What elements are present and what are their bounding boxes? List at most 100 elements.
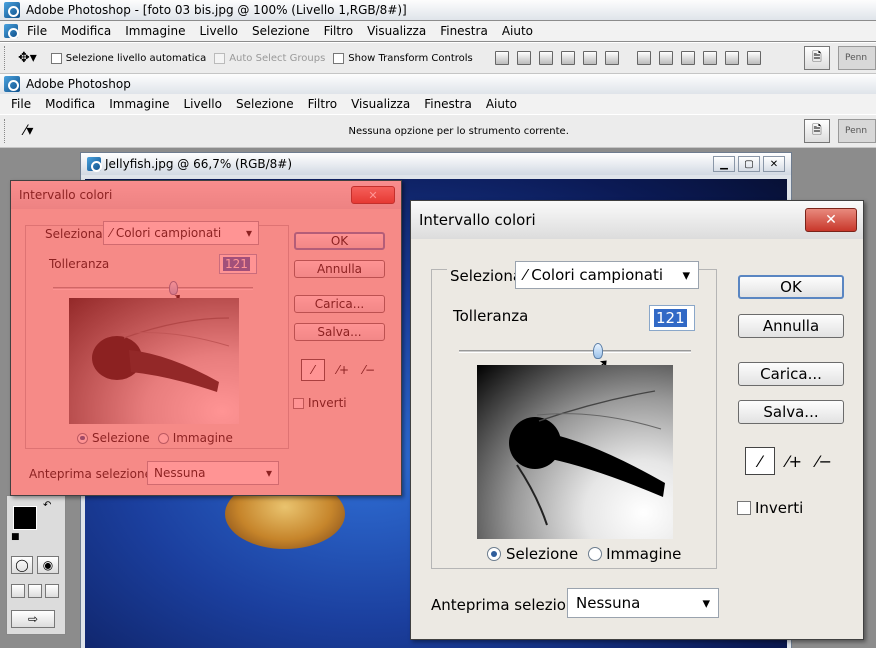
menu-livello[interactable]: Livello [199, 24, 238, 38]
close-doc-button[interactable]: ✕ [763, 156, 785, 172]
tolerance-slider-track-small[interactable] [53, 287, 253, 290]
save-button-large[interactable]: Salva... [738, 400, 844, 424]
jump-to-imageready-button[interactable]: ⇨ [11, 610, 55, 628]
menu-livello-2[interactable]: Livello [183, 97, 222, 111]
radio-image-small[interactable] [157, 432, 169, 444]
invert-option-small[interactable]: Inverti [293, 396, 347, 410]
no-options-message: Nessuna opzione per lo strumento corrent… [348, 125, 569, 137]
menu-filtro-2[interactable]: Filtro [308, 97, 337, 111]
menu-file-2[interactable]: File [11, 97, 31, 111]
align-vcenter-icon[interactable] [516, 51, 531, 65]
distribute-hcenter-icon[interactable] [724, 51, 739, 65]
invert-option-large[interactable]: Inverti [737, 499, 803, 517]
preview-combo-small[interactable]: Nessuna ▾ [147, 461, 279, 485]
menu-finestra[interactable]: Finestra [440, 24, 488, 38]
tolerance-slider-track-large[interactable] [459, 350, 691, 353]
distribute-right-icon[interactable] [746, 51, 761, 65]
menu-selezione[interactable]: Selezione [252, 24, 310, 38]
dialog-close-button-large[interactable]: ✕ [805, 208, 857, 232]
dialog-close-button-small[interactable]: ✕ [351, 186, 395, 204]
auto-select-layer-checkbox[interactable] [50, 52, 62, 64]
selection-preview-large [477, 365, 673, 539]
ok-button-small[interactable]: OK [294, 232, 385, 250]
chevron-down-icon-preview-large: ▾ [702, 594, 710, 612]
tolerance-input-small[interactable]: 121 [219, 254, 257, 274]
align-top-icon[interactable] [494, 51, 509, 65]
eyedropper-minus-button-small[interactable]: ⁄− [357, 359, 381, 381]
align-bottom-icon[interactable] [538, 51, 553, 65]
distribute-vcenter-icon[interactable] [658, 51, 673, 65]
radio-selection-small[interactable] [77, 432, 88, 444]
align-left-icon[interactable] [560, 51, 575, 65]
document-icon[interactable] [4, 24, 19, 39]
ok-button-large[interactable]: OK [738, 275, 844, 299]
save-label-large: Salva... [763, 403, 819, 421]
select-combo-large[interactable]: ⁄ Colori campionati ▾ [515, 261, 699, 289]
default-colors-icon[interactable]: ■ [11, 532, 20, 542]
menu-visualizza-2[interactable]: Visualizza [351, 97, 410, 111]
screen-mode-1-button[interactable] [11, 584, 25, 598]
chevron-down-icon-preview-small: ▾ [265, 466, 272, 480]
screen-mode-2-button[interactable] [28, 584, 42, 598]
options-grip-2[interactable] [4, 119, 8, 143]
invert-label-large: Inverti [755, 499, 804, 517]
brushes-panel-tab-top[interactable]: Penn [838, 46, 876, 70]
ok-label-large: OK [780, 278, 802, 296]
file-browser-button-2[interactable]: 🗎 [804, 119, 830, 143]
invert-checkbox-large[interactable] [737, 501, 751, 515]
radio-row-large: Selezione Immagine [487, 545, 681, 563]
menu-modifica-2[interactable]: Modifica [45, 97, 95, 111]
save-button-small[interactable]: Salva... [294, 323, 385, 341]
auto-select-layer-option[interactable]: Selezione livello automatica [50, 52, 206, 64]
eyedropper-icon-small: ⁄ [311, 363, 314, 377]
eyedropper-plus-button-small[interactable]: ⁄+ [331, 359, 355, 381]
options-grip[interactable] [4, 46, 8, 70]
maximize-button[interactable]: ▢ [738, 156, 760, 172]
show-transform-option[interactable]: Show Transform Controls [333, 52, 473, 64]
preview-label-small: Anteprima selezione: [29, 467, 157, 481]
menu-immagine-2[interactable]: Immagine [109, 97, 169, 111]
radio-selection-large[interactable] [487, 547, 501, 561]
radio-image-large[interactable] [588, 547, 603, 561]
load-label-small: Carica... [314, 297, 365, 311]
align-right-icon[interactable] [604, 51, 619, 65]
eyedropper-minus-button-large[interactable]: ⁄− [809, 447, 839, 475]
eyedropper-button-small[interactable]: ⁄ [301, 359, 325, 381]
menu-modifica[interactable]: Modifica [61, 24, 111, 38]
minimize-button[interactable]: ▁ [713, 156, 735, 172]
auto-select-groups-label: Auto Select Groups [229, 52, 326, 64]
menu-finestra-2[interactable]: Finestra [424, 97, 472, 111]
invert-checkbox-small[interactable] [293, 397, 304, 409]
distribute-top-icon[interactable] [636, 51, 651, 65]
preview-combo-large[interactable]: Nessuna ▾ [567, 588, 719, 618]
align-hcenter-icon[interactable] [582, 51, 597, 65]
move-tool-icon[interactable]: ✥▾ [18, 50, 37, 66]
menu-visualizza[interactable]: Visualizza [367, 24, 426, 38]
distribute-left-icon[interactable] [702, 51, 717, 65]
swap-colors-icon[interactable]: ↶ [43, 500, 51, 511]
quickmask-mode-button[interactable]: ◉ [37, 556, 59, 574]
menu-aiuto[interactable]: Aiuto [502, 24, 533, 38]
distribute-bottom-icon[interactable] [680, 51, 695, 65]
eyedropper-plus-button-large[interactable]: ⁄+ [779, 447, 809, 475]
menu-file[interactable]: File [27, 24, 47, 38]
eyedropper-tool-icon[interactable]: ⁄▾ [24, 123, 33, 139]
eyedropper-button-large[interactable]: ⁄ [745, 447, 775, 475]
load-button-large[interactable]: Carica... [738, 362, 844, 386]
screen-mode-3-button[interactable] [45, 584, 59, 598]
cancel-button-large[interactable]: Annulla [738, 314, 844, 338]
file-browser-button[interactable]: 🗎 [804, 46, 830, 70]
select-combo-small[interactable]: ⁄ Colori campionati ▾ [103, 221, 259, 245]
menu-filtro[interactable]: Filtro [324, 24, 353, 38]
menu-aiuto-2[interactable]: Aiuto [486, 97, 517, 111]
menu-immagine[interactable]: Immagine [125, 24, 185, 38]
cancel-button-small[interactable]: Annulla [294, 260, 385, 278]
radio-image-label-large: Immagine [606, 545, 682, 563]
standard-mode-button[interactable]: ◯ [11, 556, 33, 574]
tolerance-input-large[interactable]: 121 [649, 305, 695, 331]
foreground-color-swatch[interactable] [13, 506, 37, 530]
load-button-small[interactable]: Carica... [294, 295, 385, 313]
menu-selezione-2[interactable]: Selezione [236, 97, 294, 111]
show-transform-checkbox[interactable] [333, 52, 345, 64]
brushes-panel-tab-bottom[interactable]: Penn [838, 119, 876, 143]
